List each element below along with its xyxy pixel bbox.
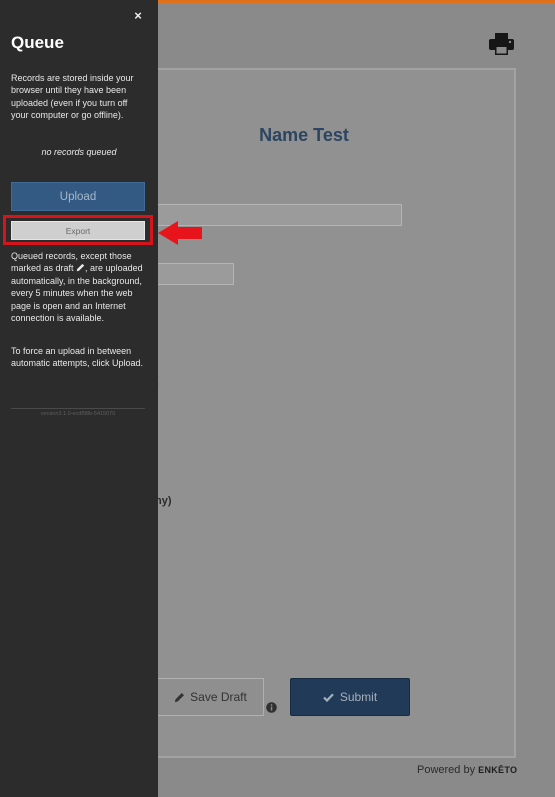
queue-explanation-text: Queued records, except those marked as d… [11,250,147,324]
pencil-icon [76,264,85,272]
version-text: version3.1.0-ecdf98b-5415070 [40,411,116,417]
print-icon[interactable] [489,33,514,55]
queue-side-panel: × Queue Records are stored inside your b… [0,0,158,797]
powered-by-text: Powered by [417,764,476,776]
submit-label: Submit [339,690,378,704]
force-upload-text: To force an upload in between automatic … [11,346,144,369]
divider [11,408,145,409]
panel-title: Queue [11,33,64,52]
enketo-logo: ENKĒTO [478,765,518,775]
queue-intro-text: Records are stored inside your browser u… [11,73,134,121]
pencil-icon [175,692,185,702]
empty-queue-message: no records queued [41,147,117,157]
powered-by[interactable]: Powered by ENKĒTO [417,764,517,776]
close-icon[interactable]: × [131,9,145,23]
red-arrow-icon [158,221,202,245]
info-icon[interactable] [266,702,277,713]
upload-button[interactable]: Upload [11,182,145,211]
export-button[interactable]: Export [11,221,145,240]
save-draft-button[interactable]: Save Draft [158,678,264,716]
save-draft-label: Save Draft [190,690,247,704]
submit-button[interactable]: Submit [290,678,410,716]
check-icon [323,692,334,702]
short-input-field[interactable] [154,263,234,285]
